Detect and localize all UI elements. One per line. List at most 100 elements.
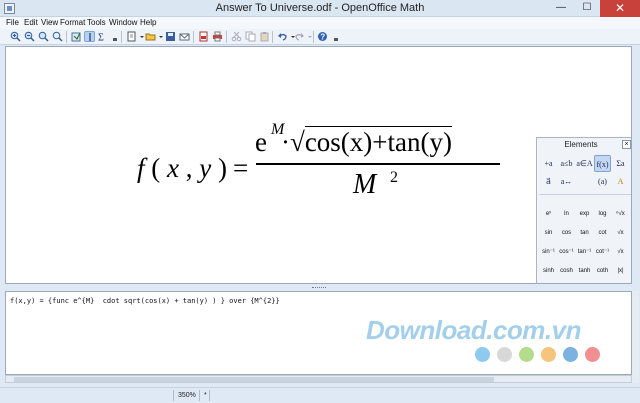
cut-icon[interactable]	[231, 31, 242, 42]
export-pdf-icon[interactable]	[198, 31, 209, 42]
menu-help[interactable]: Help	[140, 17, 156, 28]
close-button[interactable]: ✕	[600, 0, 640, 17]
status-bar: 350% *	[0, 387, 640, 403]
function-sinh[interactable]: sinh	[540, 265, 557, 277]
function-tanh[interactable]: tanh	[576, 265, 593, 277]
toolbar-overflow-icon[interactable]	[110, 31, 117, 42]
category-relations[interactable]: a≤b	[558, 155, 575, 172]
watermark-dot	[541, 347, 556, 362]
redo-icon[interactable]	[294, 31, 305, 42]
formula-equals: =	[233, 153, 249, 183]
formula-cursor-icon[interactable]	[84, 31, 95, 42]
document-modified-indicator: *	[199, 390, 209, 401]
function-cos[interactable]: cos	[558, 227, 575, 239]
menu-window[interactable]: Window	[109, 17, 137, 28]
function-arccot[interactable]: cot⁻¹	[594, 246, 611, 258]
elements-title: Elements	[564, 140, 598, 149]
toolbar-separator	[313, 31, 314, 43]
scrollbar-thumb[interactable]	[14, 377, 494, 382]
category-unary-binary[interactable]: +a	[540, 155, 557, 172]
formula-open-paren: (	[151, 153, 161, 183]
redo-dropdown-icon[interactable]	[305, 31, 312, 42]
splitter-grip-icon[interactable]	[312, 287, 326, 289]
maximize-button[interactable]: ☐	[574, 0, 600, 17]
undo-icon[interactable]	[277, 31, 288, 42]
editor-horizontal-scrollbar[interactable]	[5, 375, 632, 383]
formula-f: f	[137, 153, 145, 183]
symbols-icon[interactable]: Σ	[97, 31, 108, 43]
zoom-level[interactable]: 350%	[173, 390, 199, 401]
function-nroot[interactable]: ⁿ√x	[612, 208, 629, 220]
help-icon[interactable]: ?	[317, 31, 328, 42]
elements-close-button[interactable]: ×	[622, 140, 631, 149]
new-dropdown-icon[interactable]	[137, 31, 144, 42]
function-arccos[interactable]: cos⁻¹	[558, 246, 575, 258]
email-icon[interactable]	[179, 31, 190, 42]
title-bar: Answer To Universe.odf - OpenOffice Math…	[0, 0, 640, 17]
formula-editor-text[interactable]: f(x,y) = {func e^{M} cdot sqrt(cos(x) + …	[10, 297, 280, 305]
menu-bar: File Edit View Format Tools Window Help	[0, 17, 640, 29]
rendered-formula: f ( x , y ) = e ·√cos(x)+tan(y) M M 2	[137, 121, 517, 257]
toolbar-separator	[272, 31, 273, 43]
paste-icon[interactable]	[259, 31, 270, 42]
menu-file[interactable]: File	[6, 17, 19, 28]
function-exp[interactable]: exp	[576, 208, 593, 220]
minimize-button[interactable]: —	[548, 0, 574, 17]
formula-e: e	[255, 127, 267, 157]
copy-icon[interactable]	[245, 31, 256, 42]
function-sqrt[interactable]: √x	[612, 227, 629, 239]
category-operators[interactable]: Σa	[612, 155, 629, 172]
formula-close-paren: )	[217, 153, 227, 183]
zoom-100-icon[interactable]	[38, 31, 49, 42]
function-cosh[interactable]: cosh	[558, 265, 575, 277]
function-tan[interactable]: tan	[576, 227, 593, 239]
zoom-in-icon[interactable]	[10, 31, 21, 42]
update-icon[interactable]	[71, 31, 82, 42]
category-attributes[interactable]: a⃗	[540, 173, 557, 190]
formula-y: y	[199, 153, 212, 183]
menu-view[interactable]: View	[41, 17, 58, 28]
open-folder-icon[interactable]	[145, 31, 156, 42]
function-ln[interactable]: ln	[558, 208, 575, 220]
show-all-icon[interactable]	[52, 31, 63, 42]
function-abs[interactable]: |x|	[612, 265, 629, 277]
category-formats[interactable]: A	[612, 173, 629, 190]
function-exp-x[interactable]: eˣ	[540, 208, 557, 220]
category-set-operations[interactable]: a∈A	[576, 155, 593, 172]
elements-panel: Elements × +a a≤b a∈A f(x) Σa a⃗ a↔ (a) …	[536, 137, 631, 283]
save-icon[interactable]	[165, 31, 176, 42]
formula-denominator-exponent: 2	[390, 169, 398, 186]
svg-text:?: ?	[320, 33, 325, 42]
watermark-dot	[497, 347, 512, 362]
watermark-dot	[519, 347, 534, 362]
formula-x: x	[167, 153, 179, 183]
function-coth[interactable]: coth	[594, 265, 611, 277]
category-brackets[interactable]: (a)	[594, 173, 611, 190]
menu-tools[interactable]: Tools	[87, 17, 106, 28]
print-icon[interactable]	[212, 31, 223, 42]
function-sqrt-alt[interactable]: √x	[612, 246, 629, 258]
menu-format[interactable]: Format	[60, 17, 85, 28]
function-arcsin[interactable]: sin⁻¹	[540, 246, 557, 258]
toolbar-separator	[121, 31, 122, 43]
formula-numerator: e ·√cos(x)+tan(y)	[255, 126, 452, 158]
formula-preview[interactable]: f ( x , y ) = e ·√cos(x)+tan(y) M M 2 Ele…	[5, 46, 632, 284]
undo-dropdown-icon[interactable]	[288, 31, 295, 42]
open-dropdown-icon[interactable]	[156, 31, 163, 42]
function-arctan[interactable]: tan⁻¹	[576, 246, 593, 258]
watermark-dot	[563, 347, 578, 362]
category-functions[interactable]: f(x)	[594, 155, 611, 172]
toolbar-separator	[66, 31, 67, 43]
category-others[interactable]: a↔	[558, 173, 575, 190]
zoom-out-icon[interactable]	[24, 31, 35, 42]
function-log[interactable]: log	[594, 208, 611, 220]
menu-edit[interactable]: Edit	[24, 17, 38, 28]
function-sin[interactable]: sin	[540, 227, 557, 239]
editor-vertical-scrollbar[interactable]	[632, 291, 639, 383]
formula-denominator: M	[353, 169, 377, 200]
formula-sqrt: √	[289, 127, 305, 157]
watermark-dot	[585, 347, 600, 362]
toolbar-overflow-icon[interactable]	[331, 31, 338, 42]
new-document-icon[interactable]	[126, 31, 137, 42]
function-cot[interactable]: cot	[594, 227, 611, 239]
